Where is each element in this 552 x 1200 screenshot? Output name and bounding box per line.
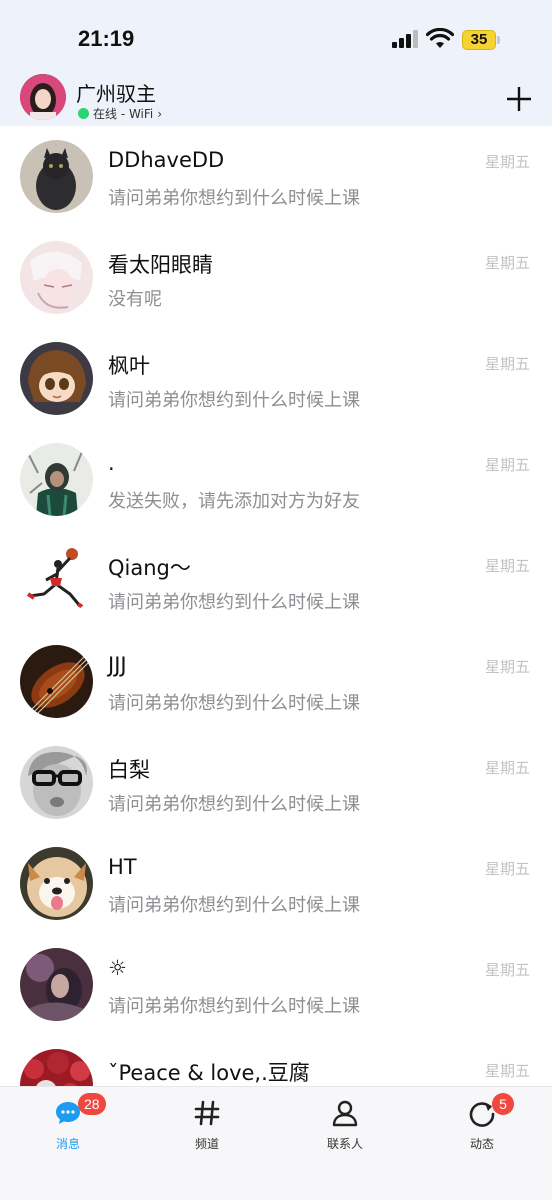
person-icon bbox=[332, 1100, 358, 1127]
conversation-row[interactable]: 看太阳眼睛 没有呢 星期五 bbox=[0, 227, 552, 328]
avatar bbox=[20, 544, 93, 617]
avatar bbox=[20, 645, 93, 718]
contact-name: ˇPeace & love,.豆腐 bbox=[108, 1061, 310, 1085]
plus-icon[interactable] bbox=[506, 86, 532, 112]
conversation-row[interactable]: HT 请问弟弟你想约到什么时候上课 星期五 bbox=[0, 833, 552, 934]
avatar bbox=[20, 443, 93, 516]
conversation-row[interactable]: 枫叶 请问弟弟你想约到什么时候上课 星期五 bbox=[0, 328, 552, 429]
tab-label: 动态 bbox=[469, 1137, 494, 1151]
message-time: 星期五 bbox=[484, 153, 530, 171]
avatar bbox=[20, 746, 93, 819]
message-preview: 请问弟弟你想约到什么时候上课 bbox=[108, 794, 360, 815]
contact-name: JJJ bbox=[108, 653, 127, 677]
avatar bbox=[20, 948, 93, 1021]
online-dot-icon bbox=[78, 108, 89, 119]
contact-name: DDhaveDD bbox=[108, 148, 225, 172]
avatar bbox=[20, 342, 93, 415]
message-time: 星期五 bbox=[484, 961, 530, 979]
tab-messages[interactable]: 28 消息 bbox=[18, 1093, 118, 1155]
conversation-row[interactable]: Qiang～ 请问弟弟你想约到什么时候上课 星期五 bbox=[0, 530, 552, 631]
wifi-icon bbox=[426, 28, 454, 48]
conversation-row[interactable]: ☼ 请问弟弟你想约到什么时候上课 星期五 bbox=[0, 934, 552, 1035]
battery-level: 35 bbox=[470, 31, 488, 48]
avatar bbox=[20, 241, 93, 314]
online-status[interactable]: 在线 - WiFi › bbox=[78, 105, 162, 122]
my-avatar[interactable] bbox=[20, 74, 66, 120]
status-bar: 21:19 35 bbox=[0, 0, 552, 70]
unread-badge: 28 bbox=[78, 1093, 106, 1115]
contact-name: ☼ bbox=[108, 956, 127, 980]
message-time: 星期五 bbox=[484, 456, 530, 474]
notification-badge: 5 bbox=[492, 1093, 514, 1115]
message-preview: 请问弟弟你想约到什么时候上课 bbox=[108, 693, 360, 714]
header: 广州驭主 在线 - WiFi › bbox=[0, 72, 552, 126]
message-time: 星期五 bbox=[484, 860, 530, 878]
message-time: 星期五 bbox=[484, 557, 530, 575]
contact-name: 枫叶 bbox=[108, 354, 150, 378]
conversation-row[interactable]: 白梨 请问弟弟你想约到什么时候上课 星期五 bbox=[0, 732, 552, 833]
tab-label: 消息 bbox=[55, 1137, 80, 1151]
chevron-right-icon: › bbox=[157, 106, 163, 121]
message-preview: 请问弟弟你想约到什么时候上课 bbox=[108, 895, 360, 916]
tab-label: 频道 bbox=[194, 1137, 219, 1151]
message-time: 星期五 bbox=[484, 254, 530, 272]
conversation-list: DDhaveDD 请问弟弟你想约到什么时候上课 星期五 看太阳眼睛 没有呢 星期… bbox=[0, 126, 552, 1086]
contact-name: 白梨 bbox=[108, 758, 150, 782]
message-preview: 没有呢 bbox=[108, 289, 162, 310]
conversation-row[interactable]: . 发送失败，请先添加对方为好友 星期五 bbox=[0, 429, 552, 530]
avatar bbox=[20, 1049, 93, 1086]
message-time: 星期五 bbox=[484, 658, 530, 676]
online-status-text: 在线 - WiFi bbox=[93, 107, 154, 121]
message-preview: 请问弟弟你想约到什么时候上课 bbox=[108, 390, 360, 411]
conversation-row[interactable]: JJJ 请问弟弟你想约到什么时候上课 星期五 bbox=[0, 631, 552, 732]
avatar bbox=[20, 140, 93, 213]
message-preview: 请问弟弟你想约到什么时候上课 bbox=[108, 188, 360, 209]
cellular-signal-icon bbox=[392, 30, 418, 48]
tab-moments[interactable]: 5 动态 bbox=[432, 1093, 532, 1155]
tab-channels[interactable]: 频道 bbox=[157, 1095, 257, 1155]
hashtag-icon bbox=[194, 1100, 220, 1126]
contact-name: Qiang～ bbox=[108, 556, 191, 580]
message-time: 星期五 bbox=[484, 355, 530, 373]
conversation-row[interactable]: ˇPeace & love,.豆腐 星期五 bbox=[0, 1035, 552, 1086]
message-preview: 请问弟弟你想约到什么时候上课 bbox=[108, 592, 360, 613]
contact-name: 看太阳眼睛 bbox=[108, 253, 213, 277]
my-username[interactable]: 广州驭主 bbox=[76, 78, 156, 107]
top-area: 21:19 35 广州驭主 在线 - WiFi › bbox=[0, 0, 552, 126]
status-time: 21:19 bbox=[78, 26, 135, 51]
contact-name: . bbox=[108, 451, 115, 475]
message-preview: 发送失败，请先添加对方为好友 bbox=[108, 491, 360, 512]
avatar bbox=[20, 847, 93, 920]
message-time: 星期五 bbox=[484, 759, 530, 777]
tab-contacts[interactable]: 联系人 bbox=[295, 1095, 395, 1155]
message-time: 星期五 bbox=[484, 1062, 530, 1080]
battery-icon: 35 bbox=[462, 30, 500, 50]
conversation-row[interactable]: DDhaveDD 请问弟弟你想约到什么时候上课 星期五 bbox=[0, 126, 552, 227]
message-preview: 请问弟弟你想约到什么时候上课 bbox=[108, 996, 360, 1017]
contact-name: HT bbox=[108, 855, 137, 879]
bottom-tab-bar: 28 消息 频道 联系人 5 动态 bbox=[0, 1086, 552, 1200]
tab-label: 联系人 bbox=[326, 1137, 363, 1151]
